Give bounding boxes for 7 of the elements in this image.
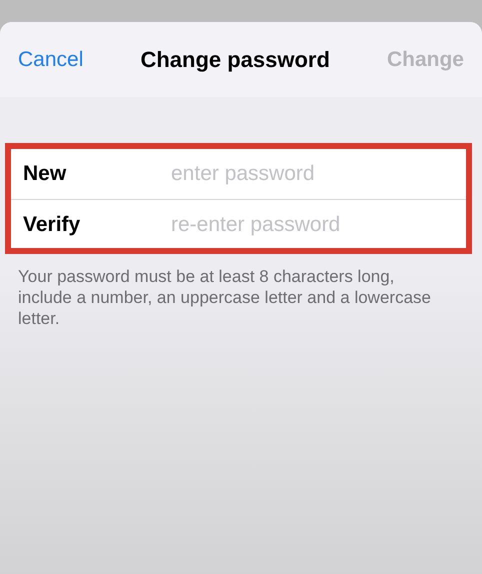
password-hint: Your password must be at least 8 characters long, include a number, an uppercase letter and a lowercase letter.: [17, 266, 432, 330]
cancel-button[interactable]: Cancel: [18, 48, 84, 72]
password-field[interactable]: enter password: [171, 162, 466, 186]
password-field[interactable]: re-enter password: [171, 213, 466, 237]
sheet-title: Change password: [140, 46, 330, 72]
field-label: New: [23, 162, 68, 186]
field-label: Verify: [23, 213, 82, 237]
